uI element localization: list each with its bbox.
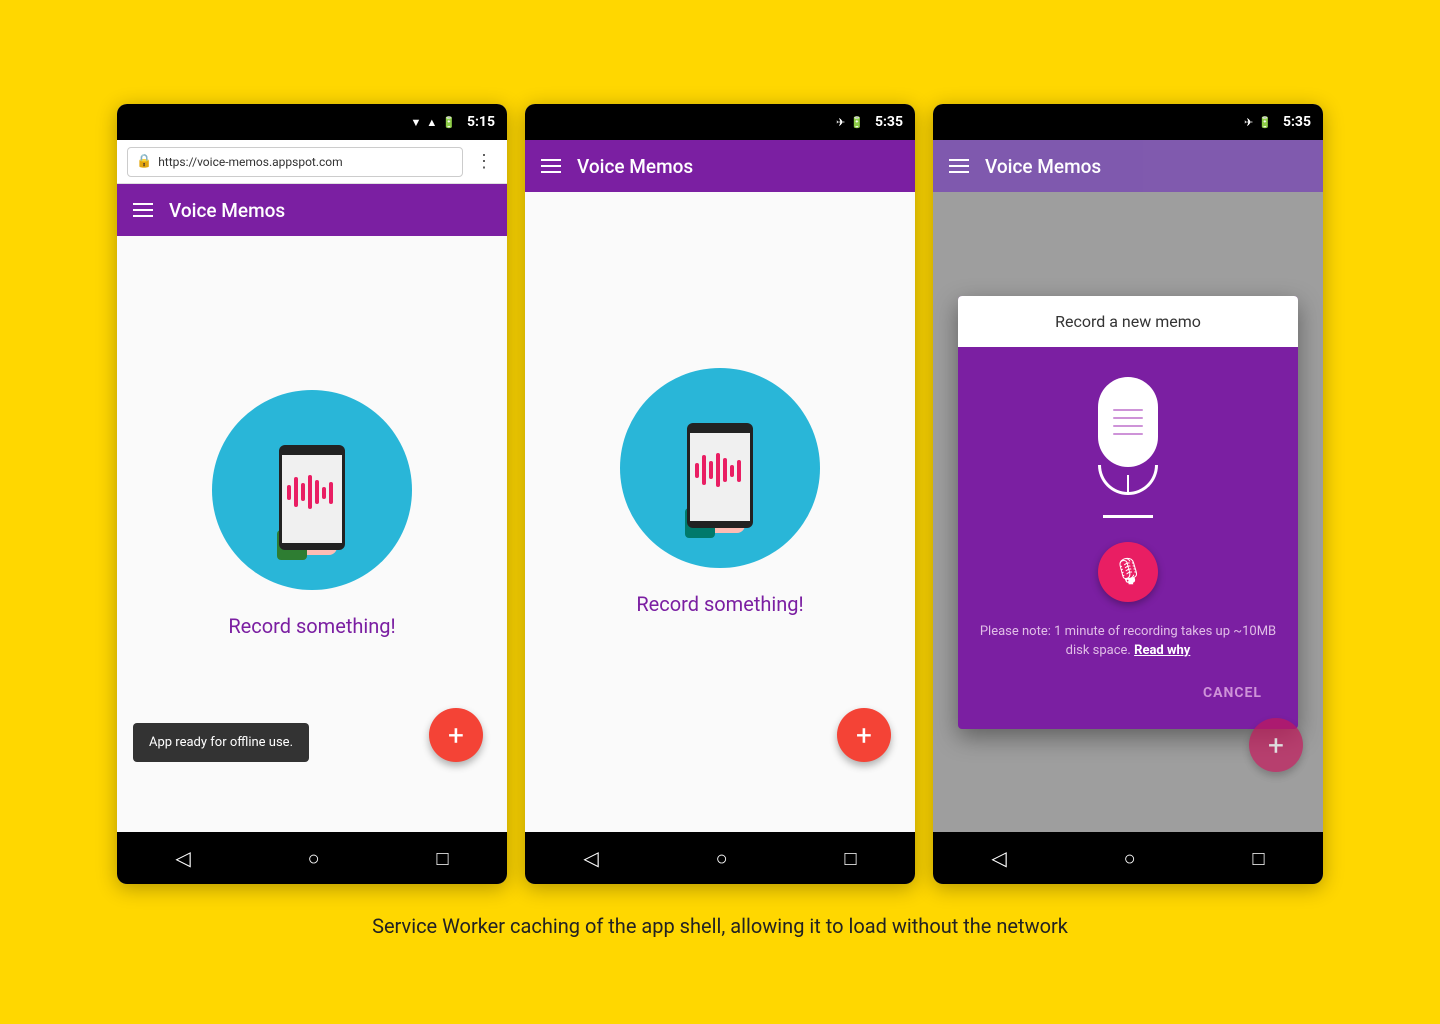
nav-bar-1	[117, 832, 507, 884]
app-toolbar-1: Voice Memos	[117, 184, 507, 236]
time-display-1: 5:15	[467, 114, 495, 130]
url-text: https://voice-memos.appspot.com	[158, 155, 342, 169]
phone-content-1: Record something! App ready for offline …	[117, 236, 507, 832]
fab-button-1[interactable]: +	[429, 708, 483, 762]
battery-icon: 🔋	[442, 116, 456, 129]
illustration-circle-1	[212, 390, 412, 590]
url-bar[interactable]: 🔒 https://voice-memos.appspot.com	[127, 147, 463, 177]
phone-3: 🔋 5:35 Voice Memos Record a new memo	[933, 104, 1323, 884]
phone-recording-illustration-1	[257, 415, 367, 565]
mic-illustration	[1098, 377, 1158, 518]
nav-back-1[interactable]	[175, 846, 190, 870]
snackbar-text-1: App ready for offline use.	[149, 735, 293, 750]
dialog-cancel-button[interactable]: CANCEL	[1191, 677, 1274, 709]
nav-back-2[interactable]	[583, 846, 598, 870]
airplane-icon-2	[836, 115, 845, 130]
phone-1: 🔋 5:15 🔒 https://voice-memos.appspot.com…	[117, 104, 507, 884]
nav-recents-2[interactable]	[844, 846, 856, 871]
snackbar-1: App ready for offline use.	[133, 723, 309, 762]
hamburger-menu-2[interactable]	[541, 159, 561, 173]
mic-line-2	[1113, 417, 1143, 419]
record-text-2: Record something!	[636, 592, 803, 616]
status-bar-1: 🔋 5:15	[117, 104, 507, 140]
mic-stand-arc	[1098, 465, 1158, 495]
phone-2: 🔋 5:35 Voice Memos	[525, 104, 915, 884]
phone-content-2: Record something! +	[525, 192, 915, 832]
app-toolbar-2: Voice Memos	[525, 140, 915, 192]
chrome-bar: 🔒 https://voice-memos.appspot.com ⋮	[117, 140, 507, 184]
nav-back-3[interactable]	[991, 846, 1006, 870]
record-dialog: Record a new memo	[958, 296, 1298, 729]
battery-icon-2: 🔋	[850, 116, 864, 129]
time-display-3: 5:35	[1283, 114, 1311, 130]
illustration-circle-2	[620, 368, 820, 568]
dialog-note: Please note: 1 minute of recording takes…	[978, 622, 1278, 661]
status-bar-2: 🔋 5:35	[525, 104, 915, 140]
mic-body	[1098, 377, 1158, 467]
mic-stand-base	[1103, 515, 1153, 518]
status-bar-3: 🔋 5:35	[933, 104, 1323, 140]
fab-button-2[interactable]: +	[837, 708, 891, 762]
nav-home-2[interactable]	[716, 846, 728, 871]
nav-home-3[interactable]	[1124, 846, 1136, 871]
mic-line-1	[1113, 409, 1143, 411]
nav-recents-3[interactable]	[1252, 846, 1264, 871]
caption: Service Worker caching of the app shell,…	[372, 912, 1068, 940]
phones-container: 🔋 5:15 🔒 https://voice-memos.appspot.com…	[117, 104, 1323, 884]
airplane-icon-3	[1244, 115, 1253, 130]
app-title-1: Voice Memos	[169, 199, 285, 222]
nav-bar-2	[525, 832, 915, 884]
mic-line-4	[1113, 433, 1143, 435]
app-title-2: Voice Memos	[577, 155, 693, 178]
phone3-content: Record a new memo	[933, 192, 1323, 832]
hamburger-menu-3[interactable]	[949, 159, 969, 173]
fab-plus-icon-2: +	[856, 719, 872, 752]
read-why-link[interactable]: Read why	[1134, 643, 1190, 658]
nav-bar-3	[933, 832, 1323, 884]
record-button[interactable]: 🎙	[1098, 542, 1158, 602]
chrome-menu-dots[interactable]: ⋮	[471, 151, 497, 172]
time-display-2: 5:35	[875, 114, 903, 130]
lock-icon: 🔒	[136, 154, 152, 169]
signal-icon	[426, 115, 437, 130]
record-text-1: Record something!	[228, 614, 395, 638]
dialog-body: 🎙 Please note: 1 minute of recording tak…	[958, 347, 1298, 729]
mic-icon: 🎙	[1111, 557, 1144, 587]
dialog-title: Record a new memo	[958, 296, 1298, 347]
nav-recents-1[interactable]	[436, 846, 448, 871]
fab-button-3[interactable]: +	[1249, 718, 1303, 772]
app-toolbar-3: Voice Memos	[933, 140, 1323, 192]
nav-home-1[interactable]	[308, 846, 320, 871]
app-title-3: Voice Memos	[985, 155, 1101, 178]
dialog-note-text: Please note: 1 minute of recording takes…	[980, 624, 1276, 659]
fab-plus-icon-3: +	[1268, 729, 1284, 762]
hamburger-menu-1[interactable]	[133, 203, 153, 217]
phone-recording-illustration-2	[665, 393, 775, 543]
battery-icon-3: 🔋	[1258, 116, 1272, 129]
mic-line-3	[1113, 425, 1143, 427]
wifi-icon	[410, 115, 421, 130]
fab-plus-icon-1: +	[448, 719, 464, 752]
